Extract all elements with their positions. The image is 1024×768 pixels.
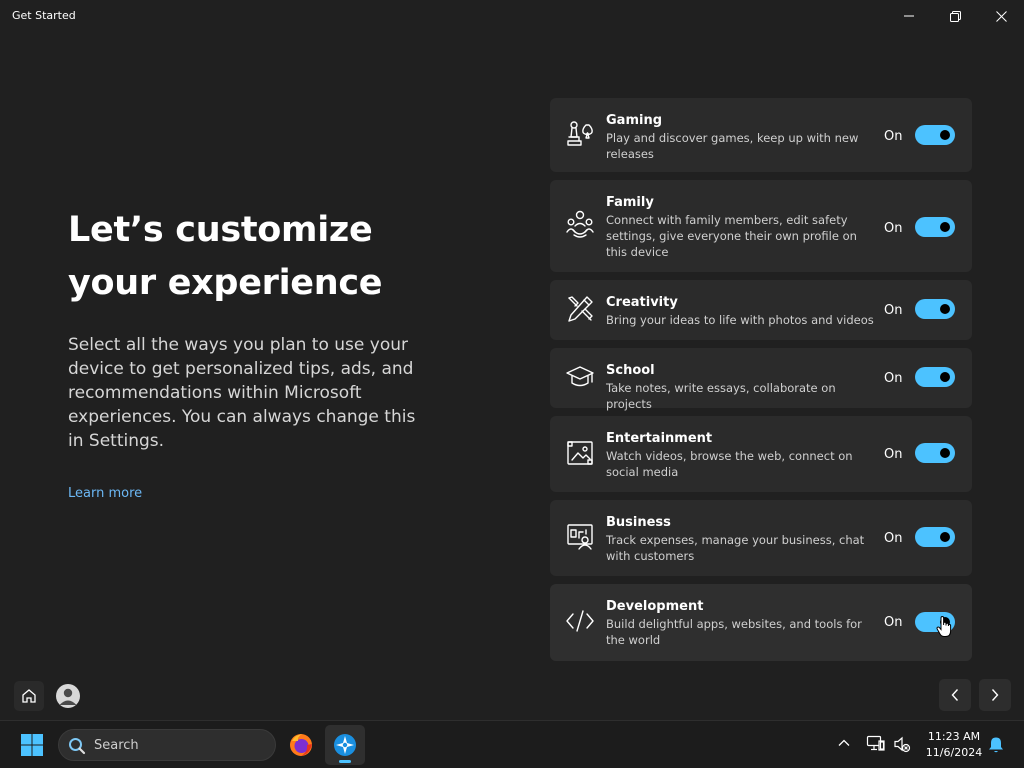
option-subtitle: Watch videos, browse the web, connect on… bbox=[606, 449, 853, 479]
chevron-left-icon bbox=[951, 689, 959, 701]
taskbar-search[interactable]: Search bbox=[58, 729, 276, 761]
option-subtitle: Build delightful apps, websites, and too… bbox=[606, 617, 862, 647]
start-button[interactable] bbox=[14, 729, 50, 761]
minimize-button[interactable] bbox=[886, 0, 932, 32]
school-toggle[interactable] bbox=[915, 367, 955, 387]
option-subtitle: Take notes, write essays, collaborate on… bbox=[606, 381, 836, 411]
toggle-knob bbox=[940, 130, 950, 140]
network-icon[interactable] bbox=[866, 735, 886, 753]
next-button[interactable] bbox=[979, 679, 1011, 711]
gaming-toggle[interactable] bbox=[915, 125, 955, 145]
previous-button[interactable] bbox=[939, 679, 971, 711]
creativity-icon bbox=[565, 294, 595, 324]
family-toggle[interactable] bbox=[915, 217, 955, 237]
toggle-state-label: On bbox=[884, 129, 903, 144]
option-subtitle: Bring your ideas to life with photos and… bbox=[606, 313, 874, 327]
option-title: Entertainment bbox=[606, 431, 713, 446]
option-title: Creativity bbox=[606, 295, 678, 310]
user-icon bbox=[59, 688, 77, 705]
search-icon bbox=[69, 738, 86, 755]
page-heading: Let’s customize your experience bbox=[68, 204, 468, 310]
home-icon bbox=[22, 689, 36, 703]
option-subtitle: Connect with family members, edit safety… bbox=[606, 213, 857, 259]
creativity-toggle[interactable] bbox=[915, 299, 955, 319]
option-title: School bbox=[606, 363, 655, 378]
windows-logo-icon bbox=[21, 734, 43, 756]
firefox-taskbar-button[interactable] bbox=[281, 725, 321, 765]
toggle-state-label: On bbox=[884, 303, 903, 318]
business-toggle[interactable] bbox=[915, 527, 955, 547]
title-bar: Get Started bbox=[0, 0, 1024, 32]
chevron-up-icon[interactable] bbox=[836, 735, 852, 751]
option-card-entertainment: Entertainment Watch videos, browse the w… bbox=[550, 416, 972, 492]
home-button[interactable] bbox=[14, 681, 44, 711]
toggle-knob bbox=[940, 372, 950, 382]
taskbar: Search 11:23 AM 11/6/2024 bbox=[0, 720, 1024, 768]
option-card-creativity: Creativity Bring your ideas to life with… bbox=[550, 280, 972, 340]
active-app-indicator bbox=[339, 760, 351, 763]
minimize-icon bbox=[904, 15, 914, 17]
option-title: Family bbox=[606, 195, 654, 210]
entertainment-icon bbox=[565, 438, 595, 468]
option-card-development: Development Build delightful apps, websi… bbox=[550, 584, 972, 661]
page-description: Select all the ways you plan to use your… bbox=[68, 335, 416, 451]
option-title: Gaming bbox=[606, 113, 663, 128]
clock-time: 11:23 AM bbox=[927, 730, 981, 743]
restore-icon bbox=[949, 10, 961, 22]
system-clock[interactable]: 11:23 AM 11/6/2024 bbox=[920, 729, 988, 761]
business-icon bbox=[565, 522, 595, 552]
toggle-knob bbox=[940, 304, 950, 314]
option-card-family: Family Connect with family members, edit… bbox=[550, 180, 972, 272]
close-icon bbox=[995, 10, 1007, 22]
heading-line-2: your experience bbox=[68, 263, 383, 303]
option-card-gaming: Gaming Play and discover games, keep up … bbox=[550, 98, 972, 172]
option-title: Development bbox=[606, 599, 704, 614]
get-started-app-icon bbox=[334, 734, 356, 756]
option-card-business: Business Track expenses, manage your bus… bbox=[550, 500, 972, 576]
gaming-icon bbox=[565, 119, 595, 149]
option-title: Business bbox=[606, 515, 671, 530]
toggle-knob bbox=[940, 222, 950, 232]
restore-button[interactable] bbox=[932, 0, 978, 32]
school-icon bbox=[565, 362, 595, 392]
search-placeholder: Search bbox=[94, 738, 139, 753]
toggle-knob bbox=[940, 448, 950, 458]
option-card-school: School Take notes, write essays, collabo… bbox=[550, 348, 972, 411]
option-subtitle: Track expenses, manage your business, ch… bbox=[606, 533, 865, 563]
clock-date: 11/6/2024 bbox=[925, 746, 983, 759]
volume-muted-icon[interactable] bbox=[893, 735, 911, 753]
family-icon bbox=[565, 210, 595, 240]
notification-bell-icon[interactable] bbox=[988, 736, 1004, 754]
user-avatar-button[interactable] bbox=[56, 684, 80, 708]
heading-line-1: Let’s customize bbox=[68, 210, 373, 250]
hand-cursor-icon bbox=[936, 616, 952, 637]
get-started-taskbar-button[interactable] bbox=[325, 725, 365, 765]
option-subtitle: Play and discover games, keep up with ne… bbox=[606, 131, 859, 161]
development-icon bbox=[565, 606, 595, 636]
firefox-icon bbox=[290, 734, 312, 756]
toggle-state-label: On bbox=[884, 531, 903, 546]
learn-more-link[interactable]: Learn more bbox=[68, 486, 142, 501]
window-title: Get Started bbox=[12, 9, 76, 22]
close-button[interactable] bbox=[978, 0, 1024, 32]
chevron-right-icon bbox=[991, 689, 999, 701]
toggle-state-label: On bbox=[884, 371, 903, 386]
toggle-state-label: On bbox=[884, 221, 903, 236]
toggle-state-label: On bbox=[884, 447, 903, 462]
toggle-state-label: On bbox=[884, 615, 903, 630]
toggle-knob bbox=[940, 532, 950, 542]
entertainment-toggle[interactable] bbox=[915, 443, 955, 463]
